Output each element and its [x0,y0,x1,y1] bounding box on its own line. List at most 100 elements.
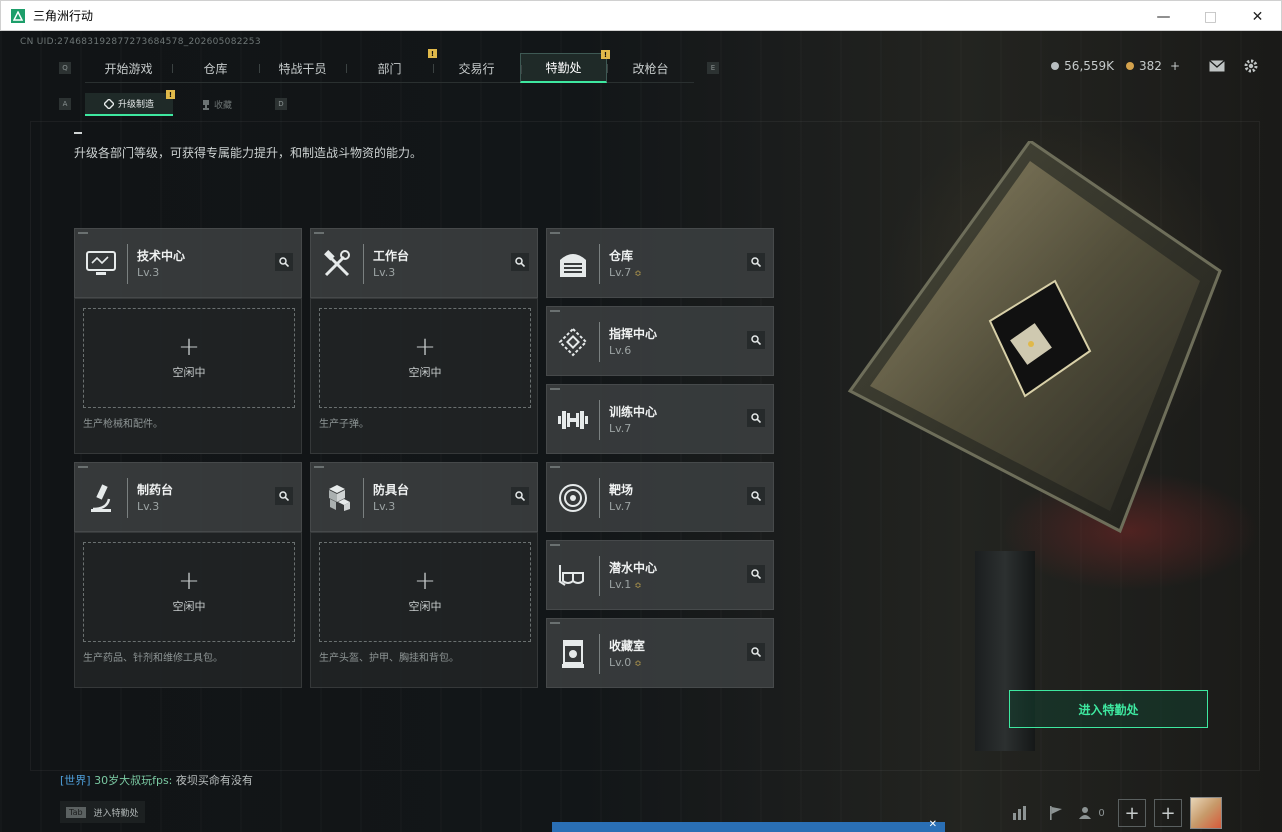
notification-close-icon[interactable]: ✕ [929,819,937,830]
card-header: 工作台 Lv.3 [311,229,537,299]
chip-icon [557,326,589,358]
silver-amount: 56,559K [1064,59,1115,73]
warehouse-icon [557,248,589,280]
add-team-slot-1[interactable]: + [1118,799,1146,827]
card-header: 防具台 Lv.3 [311,463,537,533]
upgrade-arrow-icon: ≎ [634,659,642,669]
add-team-slot-2[interactable]: + [1154,799,1182,827]
search-icon[interactable] [511,253,529,271]
facility-level: Lv.6 [609,344,631,357]
production-card-3[interactable]: 防具台 Lv.3 [310,462,538,532]
maximize-button[interactable]: □ [1187,1,1234,32]
flag-icon[interactable] [1038,797,1074,829]
craft-icon [103,98,114,109]
search-icon[interactable] [747,253,765,271]
facility-level-text: Lv.7 [609,266,632,279]
empty-production-slot[interactable]: + 空闲中 [83,308,295,408]
nav-tab-5[interactable]: 特勤处! [520,50,610,83]
card-header: 仓库 Lv.7 ≎ [547,229,773,299]
stats-chart-icon[interactable] [1002,797,1038,829]
world-chat-line[interactable]: [世界] 30岁大叔玩fps: 夜坝买命有没有 [60,772,253,788]
search-icon[interactable] [275,253,293,271]
chat-message: 夜坝买命有没有 [175,774,253,787]
nav-tab-1[interactable]: 仓库 [172,53,259,83]
nav-tab-label: 特战干员 [278,61,327,76]
search-icon[interactable] [511,487,529,505]
search-icon[interactable] [275,487,293,505]
bottom-toolbar: 0 + + [1002,797,1222,829]
nav-tab-2[interactable]: 特战干员 [259,53,346,83]
facility-card-4[interactable]: 潜水中心 Lv.1 ≎ [546,540,774,610]
facility-card-1[interactable]: 指挥中心 Lv.6 [546,306,774,376]
settings-gear-icon[interactable] [1234,58,1268,74]
facility-card-0[interactable]: 仓库 Lv.7 ≎ [546,228,774,298]
subnav-key-d: D [275,98,287,110]
nav-tab-3[interactable]: 部门! [346,49,437,83]
silver-currency: 56,559K [1051,59,1114,73]
nav-tab-4[interactable]: 交易行 [433,53,520,83]
facility-name: 收藏室 [609,639,646,653]
facility-card-2[interactable]: 训练中心 Lv.7 [546,384,774,454]
nav-tab-label: 部门 [377,61,402,76]
minimize-button[interactable]: — [1140,1,1187,32]
facility-name: 指挥中心 [609,327,658,341]
card-header: 制药台 Lv.3 [75,463,301,533]
silver-coin-icon [1051,62,1060,70]
slot-status: 空闲中 [172,366,206,379]
facility-level-text: Lv.0 [609,656,632,669]
production-slot-panel: + 空闲中 生产头盔、护甲、胸挂和背包。 [310,532,538,688]
card-corner-mark [78,466,88,468]
window-titlebar: 三角洲行动 — □ ✕ [0,0,1282,31]
nav-tab-6[interactable]: 改枪台 [607,53,694,83]
production-card-2[interactable]: 制药台 Lv.3 [74,462,302,532]
subtab-collection[interactable]: 收藏 [173,93,261,116]
diving-mask-icon [557,560,589,592]
gold-amount: 382 [1139,59,1162,73]
subtab-upgrade-craft[interactable]: 升级制造 ! [85,90,175,116]
search-icon[interactable] [747,565,765,583]
upgrade-arrow-icon: ≎ [634,269,642,279]
card-divider [599,244,600,284]
card-divider [127,478,128,518]
empty-production-slot[interactable]: + 空闲中 [319,542,531,642]
upgrade-arrow-icon: ≎ [634,581,642,591]
facility-level-text: Lv.3 [137,500,160,513]
production-card-0[interactable]: 技术中心 Lv.3 [74,228,302,298]
nav-tab-0[interactable]: 开始游戏 [85,53,172,83]
gold-currency[interactable]: 382 + [1126,59,1180,73]
mail-icon[interactable] [1200,60,1234,72]
empty-production-slot[interactable]: + 空闲中 [83,542,295,642]
facility-card-5[interactable]: 收藏室 Lv.0 ≎ [546,618,774,688]
nav-tab-label: 仓库 [203,61,228,76]
facility-level: Lv.3 [373,266,395,279]
facility-name: 制药台 [137,483,174,497]
tab-hint-label: 进入特勤处 [93,808,139,819]
tab-hint[interactable]: Tab 进入特勤处 [60,801,145,823]
close-button[interactable]: ✕ [1234,1,1281,32]
search-icon[interactable] [747,643,765,661]
card-header: 训练中心 Lv.7 [547,385,773,455]
search-icon[interactable] [747,487,765,505]
search-icon[interactable] [747,409,765,427]
production-slot-panel: + 空闲中 生产子弹。 [310,298,538,454]
production-card-1[interactable]: 工作台 Lv.3 [310,228,538,298]
empty-production-slot[interactable]: + 空闲中 [319,308,531,408]
production-slot-panel: + 空闲中 生产枪械和配件。 [74,298,302,454]
page-description: 升级各部门等级，可获得专属能力提升，和制造战斗物资的能力。 [74,146,423,160]
enter-special-ops-button[interactable]: 进入特勤处 [1009,690,1208,728]
card-corner-mark [314,232,324,234]
notification-bar[interactable]: ✕ [552,819,945,832]
add-icon: + [178,332,200,362]
card-divider [599,634,600,674]
sub-nav: 升级制造 ! 收藏 [85,90,261,116]
currency-bar: 56,559K 382 + [1051,55,1282,77]
friends-button[interactable]: 0 [1074,797,1110,829]
description-marker [74,132,82,134]
dumbbell-icon [557,404,589,436]
player-avatar[interactable] [1190,797,1222,829]
facility-card-3[interactable]: 靶场 Lv.7 [546,462,774,532]
app-logo-icon [11,8,25,23]
card-corner-mark [550,622,560,624]
add-gold-button[interactable]: + [1170,59,1180,73]
search-icon[interactable] [747,331,765,349]
